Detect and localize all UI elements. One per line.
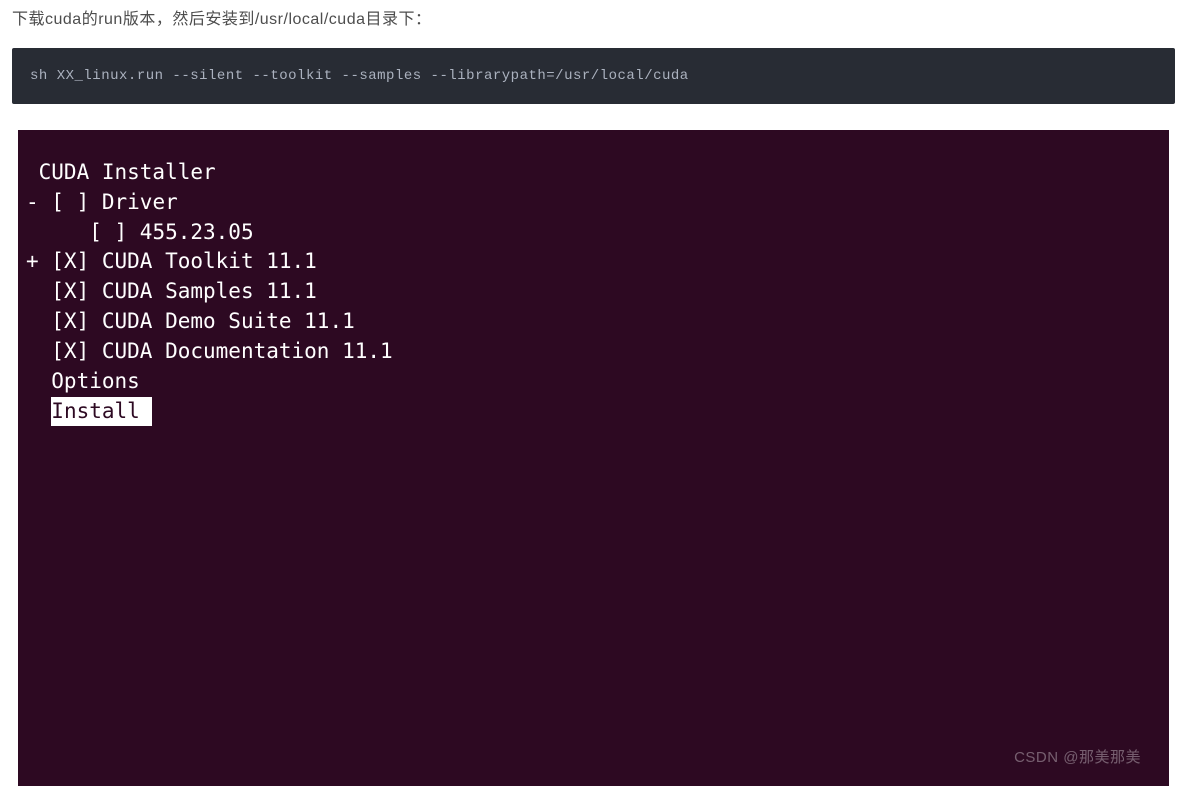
checkbox-toolkit[interactable]: [X] — [51, 249, 89, 273]
installer-install-row: Install — [26, 397, 1161, 427]
installer-item-samples[interactable]: [X] CUDA Samples 11.1 — [26, 277, 1161, 307]
install-button[interactable]: Install — [51, 397, 152, 427]
watermark: CSDN @那美那美 — [1014, 747, 1141, 768]
terminal-container: CUDA Installer - [ ] Driver [ ] 455.23.0… — [12, 124, 1175, 792]
checkbox-driver[interactable]: [ ] — [51, 190, 89, 214]
checkbox-demo-suite[interactable]: [X] — [51, 309, 89, 333]
installer-item-documentation[interactable]: [X] CUDA Documentation 11.1 — [26, 337, 1161, 367]
checkbox-driver-version[interactable]: [ ] — [89, 220, 127, 244]
installer-item-demo-suite[interactable]: [X] CUDA Demo Suite 11.1 — [26, 307, 1161, 337]
installer-item-driver-version[interactable]: [ ] 455.23.05 — [26, 218, 1161, 248]
installer-options[interactable]: Options — [26, 367, 1161, 397]
checkbox-samples[interactable]: [X] — [51, 279, 89, 303]
installer-item-driver[interactable]: - [ ] Driver — [26, 188, 1161, 218]
installer-title: CUDA Installer — [26, 158, 1161, 188]
cuda-installer-terminal[interactable]: CUDA Installer - [ ] Driver [ ] 455.23.0… — [18, 130, 1169, 786]
intro-text: 下载cuda的run版本，然后安装到/usr/local/cuda目录下： — [0, 0, 1187, 48]
installer-item-toolkit[interactable]: + [X] CUDA Toolkit 11.1 — [26, 247, 1161, 277]
checkbox-documentation[interactable]: [X] — [51, 339, 89, 363]
command-code-block: sh XX_linux.run --silent --toolkit --sam… — [12, 48, 1175, 104]
